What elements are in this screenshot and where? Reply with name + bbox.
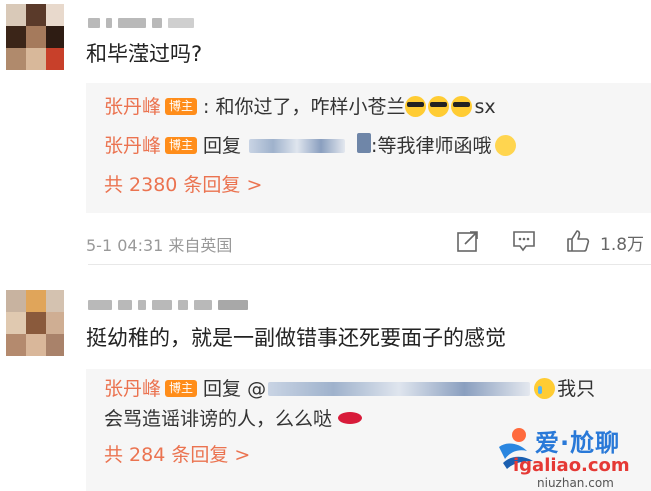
more-replies-link[interactable]: 共 2380 条回复 > <box>104 173 262 197</box>
comment-text: 挺幼稚的，就是一副做错事还死要面子的感觉 <box>86 326 506 350</box>
username-blurred[interactable] <box>88 296 248 314</box>
reply-item[interactable]: 张丹峰 博主 回复 @ 我只 <box>104 377 595 401</box>
reply-author[interactable]: 张丹峰 <box>104 96 161 118</box>
like-count: 1.8万 <box>600 235 645 255</box>
watermark: 爱·尬聊 igaliao.com niuzhan.com <box>487 419 647 490</box>
comment-item: 和毕滢过吗? 张丹峰 博主: 和你过了，咋样小苍兰 sx 张丹峰 博主 回复:等我律师函… <box>0 0 651 262</box>
reply-text: : 和你过了，咋样小苍兰 <box>203 96 406 118</box>
reply-item[interactable]: 张丹峰 博主 回复 :等我律师函哦 <box>104 133 518 158</box>
reply-author[interactable]: 张丹峰 <box>104 378 161 400</box>
redacted-username <box>357 133 372 153</box>
cake-emoji-icon <box>495 135 517 156</box>
reply-author[interactable]: 张丹峰 <box>104 135 161 157</box>
sunglasses-emoji-icon <box>405 96 427 117</box>
kiss-lips-emoji-icon <box>338 412 363 424</box>
reply-prefix: 回复 <box>203 135 242 157</box>
reply-prefix: 回复 @ <box>203 378 267 400</box>
avatar[interactable] <box>6 4 64 70</box>
watermark-title: 爱·尬聊 <box>535 429 621 457</box>
avatar[interactable] <box>6 290 64 356</box>
redacted-username <box>268 382 531 396</box>
reply-text: :等我律师函哦 <box>371 135 492 157</box>
share-icon[interactable] <box>456 229 480 253</box>
watermark-url: igaliao.com <box>513 455 630 476</box>
author-badge: 博主 <box>165 137 198 154</box>
comment-actions: 1.8万 <box>450 227 651 255</box>
more-replies-link[interactable]: 共 284 条回复 > <box>104 443 250 467</box>
comment-meta: 5-1 04:31 来自英国 <box>86 236 233 255</box>
reply-box: 张丹峰 博主: 和你过了，咋样小苍兰 sx 张丹峰 博主 回复:等我律师函哦 共 238… <box>86 83 651 213</box>
reply-item[interactable]: 张丹峰 博主 : 和你过了，咋样小苍兰 sx <box>104 95 496 119</box>
comment-icon[interactable] <box>512 229 536 253</box>
like-icon[interactable] <box>566 229 590 253</box>
divider <box>88 264 651 265</box>
author-badge: 博主 <box>165 98 198 115</box>
sunglasses-emoji-icon <box>451 96 473 117</box>
redacted-username <box>249 139 346 153</box>
reply-text-suffix: sx <box>474 96 496 118</box>
sunglasses-emoji-icon <box>428 96 450 117</box>
reply-text: 会骂造谣诽谤的人，么么哒 <box>104 408 333 430</box>
watermark-url-secondary: niuzhan.com <box>537 476 614 490</box>
reply-text: 我只 <box>557 378 596 400</box>
comment-text: 和毕滢过吗? <box>86 42 203 66</box>
crying-emoji-icon <box>534 378 556 399</box>
reply-item-continued: 会骂造谣诽谤的人，么么哒 <box>104 407 363 431</box>
author-badge: 博主 <box>165 380 198 397</box>
username-blurred[interactable] <box>88 14 194 32</box>
